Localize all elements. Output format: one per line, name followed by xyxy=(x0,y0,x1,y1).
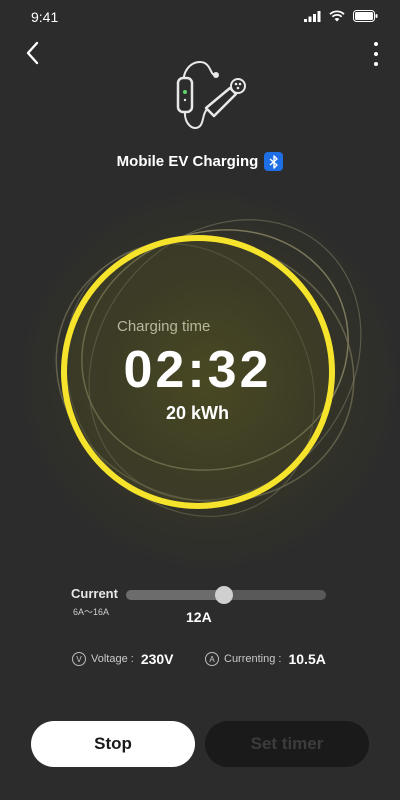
device-title-row: Mobile EV Charging xyxy=(0,152,400,171)
bluetooth-icon xyxy=(269,154,278,169)
currenting-label: Currenting : xyxy=(224,653,282,665)
wifi-icon xyxy=(329,10,345,22)
device-title: Mobile EV Charging xyxy=(116,153,259,170)
status-bar: 9:41 xyxy=(0,0,400,36)
current-slider-fill xyxy=(126,590,224,600)
status-icons xyxy=(304,10,378,22)
more-vertical-icon xyxy=(374,42,378,46)
stop-button[interactable]: Stop xyxy=(31,721,195,767)
current-icon: A xyxy=(205,652,219,666)
current-reading: A Currenting : 10.5A xyxy=(205,651,326,667)
energy-value: 20 kWh xyxy=(165,403,230,423)
current-slider-thumb[interactable] xyxy=(215,586,233,604)
device-image xyxy=(160,54,248,142)
back-button[interactable] xyxy=(22,40,46,66)
back-arrow-icon xyxy=(26,41,39,65)
current-range: 6A～16A xyxy=(73,607,110,617)
charging-time-label: Charging time xyxy=(117,318,211,335)
currenting-value: 10.5A xyxy=(288,651,326,667)
voltage-label: Voltage : xyxy=(91,653,134,665)
voltage-icon: V xyxy=(72,652,86,666)
status-time: 9:41 xyxy=(31,9,59,25)
set-timer-button[interactable]: Set timer xyxy=(205,721,369,767)
current-value: 12A xyxy=(186,609,212,625)
battery-icon xyxy=(353,10,378,22)
ev-charger-icon xyxy=(176,60,246,130)
current-slider[interactable] xyxy=(126,586,326,604)
more-options-button[interactable] xyxy=(370,42,382,66)
charging-time-value: 02:32 xyxy=(123,341,272,399)
voltage-reading: V Voltage : 230V xyxy=(72,651,174,667)
bluetooth-badge[interactable] xyxy=(264,152,284,171)
current-label: Current xyxy=(71,586,118,601)
signal-icon xyxy=(304,10,321,22)
voltage-value: 230V xyxy=(140,651,174,667)
